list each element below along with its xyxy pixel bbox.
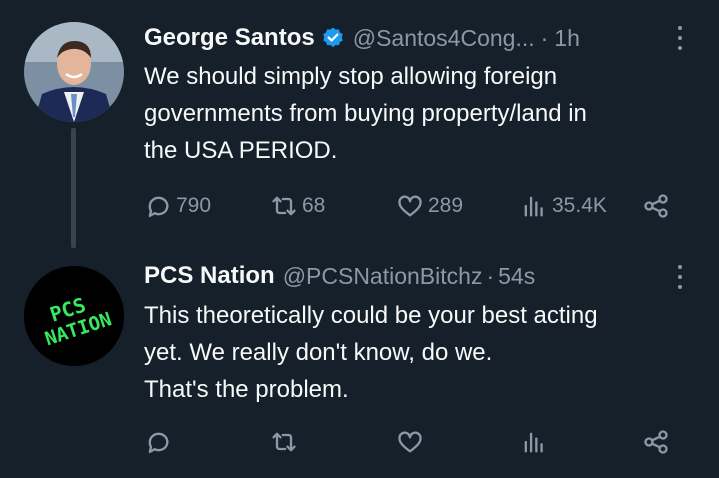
thread-line — [71, 128, 76, 248]
share-button[interactable] — [642, 190, 670, 222]
reply-button[interactable] — [144, 426, 176, 458]
reply-button[interactable]: 790 — [144, 190, 211, 222]
retweet-count: 68 — [302, 194, 326, 217]
retweet-button[interactable]: 68 — [270, 190, 325, 222]
tweet-text-line: That's the problem. — [144, 376, 349, 403]
tweet-text: This theoretically could be your best ac… — [144, 297, 598, 408]
views-icon — [524, 196, 543, 217]
share-icon — [644, 430, 668, 454]
retweet-icon — [272, 432, 296, 452]
like-button[interactable]: 289 — [396, 190, 463, 222]
more-options-icon[interactable] — [675, 26, 685, 50]
share-button[interactable] — [642, 426, 670, 458]
tweet-text-line: the USA PERIOD. — [144, 137, 338, 164]
views-button[interactable]: 35.4K — [520, 190, 607, 222]
tweet-text-line: governments from buying property/land in — [144, 100, 587, 127]
reply-icon — [148, 196, 169, 218]
like-button[interactable] — [396, 426, 428, 458]
action-bar: 790 68 289 35.4K — [144, 190, 684, 222]
heart-icon — [398, 195, 422, 217]
pcs-nation-logo: PCS NATION — [24, 266, 124, 366]
separator-dot: · — [486, 262, 495, 289]
tweet-1[interactable]: George Santos @Santos4Cong... · 1h We sh… — [0, 0, 719, 250]
more-options-icon[interactable] — [675, 265, 685, 289]
author-handle[interactable]: @Santos4Cong... — [353, 25, 535, 52]
avatar[interactable] — [24, 22, 124, 122]
views-icon — [524, 432, 543, 453]
tweet-text-line: This theoretically could be your best ac… — [144, 302, 598, 329]
action-bar — [144, 426, 684, 458]
avatar[interactable]: PCS NATION — [24, 266, 124, 366]
like-count: 289 — [428, 194, 464, 217]
tweet-header: PCS Nation @PCSNationBitchz · 54s — [144, 260, 535, 292]
tweet-header: George Santos @Santos4Cong... · 1h — [144, 22, 580, 54]
tweet-text-line: yet. We really don't know, do we. — [144, 339, 493, 366]
avatar-photo — [24, 22, 124, 122]
tweet-text: We should simply stop allowing foreign g… — [144, 58, 587, 169]
retweet-icon — [272, 196, 296, 216]
reply-count: 790 — [176, 194, 212, 217]
reply-icon — [148, 432, 169, 454]
separator-dot: · — [540, 24, 549, 51]
author-name[interactable]: George Santos — [144, 24, 315, 52]
view-count: 35.4K — [552, 194, 607, 217]
timestamp[interactable]: 1h — [554, 25, 580, 52]
timestamp[interactable]: 54s — [498, 263, 535, 290]
verified-badge-icon[interactable] — [321, 26, 345, 50]
views-button[interactable] — [520, 426, 552, 458]
tweet-text-line: We should simply stop allowing foreign — [144, 63, 558, 90]
author-name[interactable]: PCS Nation — [144, 262, 275, 290]
author-handle[interactable]: @PCSNationBitchz — [283, 263, 483, 290]
tweet-2[interactable]: PCS NATION PCS Nation @PCSNationBitchz ·… — [0, 250, 719, 478]
share-icon — [644, 194, 668, 218]
retweet-button[interactable] — [270, 426, 302, 458]
heart-icon — [398, 431, 422, 453]
